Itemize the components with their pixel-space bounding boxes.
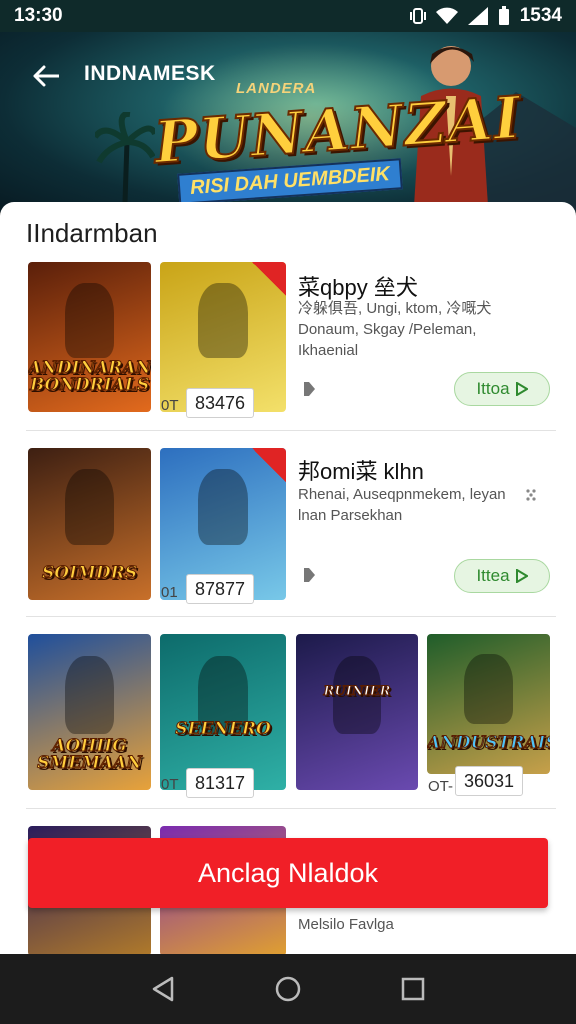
back-button[interactable] <box>28 58 64 94</box>
nav-recents-button[interactable] <box>393 969 433 1009</box>
section-title: IIndarmban <box>26 218 158 248</box>
install-label: Ittea <box>476 566 510 585</box>
tile-label: SEENERO <box>175 719 272 739</box>
counter-value: 36031 <box>455 766 524 796</box>
play-icon <box>515 382 528 396</box>
install-button[interactable]: Ittea <box>454 559 550 593</box>
status-time: 13:30 <box>14 5 63 26</box>
tile-label: AOHIIG SMEMAAN <box>37 736 143 773</box>
cta-button[interactable]: Anclag Nlaldok <box>28 838 548 908</box>
tile-label: ANDINARAN BONDRIALS <box>28 358 151 395</box>
row-divider <box>26 430 556 431</box>
game-tile[interactable]: AOHIIG SMEMAAN <box>28 634 151 790</box>
battery-level: 1534 <box>519 5 562 26</box>
wifi-icon <box>435 7 458 24</box>
row-divider <box>26 616 556 617</box>
status-bar: 13:30 1534 <box>0 0 576 32</box>
vibrate-icon <box>409 8 426 24</box>
app-title: INDNAMESK <box>84 62 216 85</box>
tile-character <box>64 469 115 546</box>
install-label: Ittoa <box>476 379 510 398</box>
tag-icon <box>304 568 315 582</box>
tile-character <box>463 653 514 724</box>
battery-icon <box>498 6 509 25</box>
game-tile[interactable]: SEENERO <box>160 634 286 790</box>
game-tile[interactable]: ANDUSTRAIS <box>427 634 550 774</box>
triangle-back-icon <box>152 976 173 1002</box>
tile-character <box>64 283 115 358</box>
arrow-back-icon <box>33 65 59 87</box>
square-recents-icon <box>402 977 425 1001</box>
tile-ribbon <box>252 448 286 482</box>
game-tile[interactable]: SOIMDRS <box>28 448 151 600</box>
row-description: 冷躲俱吾, Ungi, ktom, 冷嘅犬 Donaum, Skgay /Pel… <box>298 300 492 359</box>
tile-label: ANDUSTRAIS <box>427 733 550 753</box>
counter-prefix: OT- <box>428 778 453 795</box>
counter-value: 83476 <box>186 388 255 418</box>
tile-label: RUINIER <box>323 684 391 699</box>
game-tile[interactable]: RUINIER <box>296 634 418 790</box>
tile-ribbon <box>252 262 286 296</box>
tile-label: SOIMDRS <box>41 563 137 583</box>
counter-prefix: 0T <box>161 776 179 793</box>
play-icon <box>515 569 528 583</box>
tag-icon <box>304 382 315 396</box>
tile-character <box>197 283 249 358</box>
tile-character <box>64 655 115 734</box>
row-title: 邦omi菜 klhn <box>298 459 424 484</box>
game-tile[interactable]: ANDINARAN BONDRIALS <box>28 262 151 412</box>
status-icons: 1534 <box>409 5 562 27</box>
nav-back-button[interactable] <box>143 969 183 1009</box>
counter-prefix: 0T <box>161 397 179 414</box>
banner-logo-small: LANDERA <box>236 80 317 97</box>
signal-icon <box>467 7 488 25</box>
row-description: Rhenai, Auseqpnmekem, leyan lnan Parsekh… <box>298 486 506 524</box>
row-divider <box>26 808 556 809</box>
more-icon[interactable] <box>522 486 540 504</box>
navigation-bar <box>0 954 576 1024</box>
nav-home-button[interactable] <box>268 969 308 1009</box>
install-button[interactable]: Ittoa <box>454 372 550 406</box>
row-description: Melsilo Favlga <box>298 916 394 933</box>
circle-home-icon <box>275 976 301 1002</box>
counter-value: 87877 <box>186 574 255 604</box>
hero-banner: LANDERA PUNANZAI RISI DAH UEMBDEIK <box>0 32 576 212</box>
palm-tree-icon <box>95 112 155 202</box>
counter-prefix: 01 <box>161 584 178 601</box>
tile-character <box>197 469 249 546</box>
counter-value: 81317 <box>186 768 255 798</box>
